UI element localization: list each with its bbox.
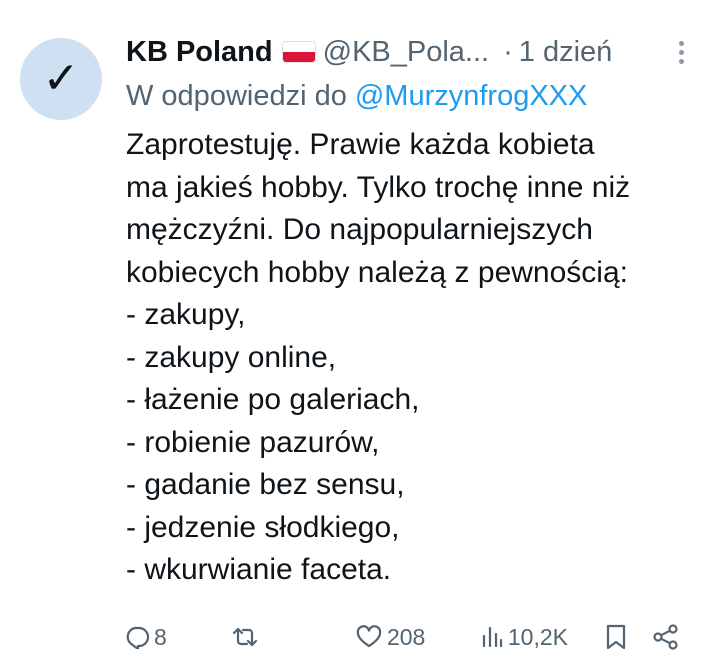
tweet-text-line: kobiecych hobby należą z pewnością: [126, 255, 628, 289]
bookmark-icon [606, 624, 625, 650]
separator-dot: · [503, 35, 513, 68]
tweet-text-line: mężczyźni. Do najpopularniejszych [126, 213, 593, 246]
reply-count: 8 [154, 623, 167, 650]
share-icon [653, 624, 678, 650]
tweet-text-line: - robienie pazurów, [126, 425, 380, 459]
like-button[interactable]: 208 [355, 624, 480, 651]
tweet-text-line: - łażenie po galeriach, [126, 383, 420, 416]
more-dot-icon [679, 58, 684, 64]
tweet-text-line: - jedzenie słodkiego, [126, 510, 400, 544]
tweet-content: KB Poland @KB_Pola... · 1 dzień W odpowi… [112, 30, 690, 670]
views-count: 10,2K [507, 623, 568, 650]
action-bar: 8 208 10,2K [124, 620, 690, 654]
retweet-icon [232, 627, 258, 647]
avatar-column: ✓ [20, 30, 112, 670]
display-name[interactable]: KB Poland [126, 36, 273, 69]
timestamp[interactable]: 1 dzień [519, 36, 613, 69]
reply-icon [126, 626, 150, 649]
views-icon [482, 626, 502, 648]
tweet-text-line: - zakupy online, [126, 340, 337, 374]
views-button[interactable]: 10,2K [480, 624, 605, 651]
more-dot-icon [679, 40, 684, 46]
heart-icon [356, 625, 382, 648]
more-options-button[interactable] [673, 37, 690, 68]
tweet-text-line: - wkurwianie faceta. [126, 553, 392, 586]
reply-context: W odpowiedzi do @MurzynfrogXXX [126, 74, 690, 118]
tweet-text-line: ma jakieś hobby. Tylko trochę inne niż [126, 170, 631, 204]
checkmark-icon: ✓ [42, 53, 80, 104]
reply-to-link[interactable]: @MurzynfrogXXX [355, 80, 588, 113]
reply-prefix: W odpowiedzi do [126, 79, 347, 112]
reply-button[interactable]: 8 [124, 624, 230, 651]
tweet-card[interactable]: ✓ KB Poland @KB_Pola... · 1 dzień W odpo… [0, 0, 720, 670]
tweet-text-line: Zaprotestuję. Prawie każda kobieta [126, 128, 595, 161]
more-dot-icon [679, 49, 684, 55]
share-button[interactable] [652, 624, 690, 650]
user-handle[interactable]: @KB_Pola... [323, 36, 489, 69]
poland-flag-icon [282, 42, 315, 62]
bookmark-button[interactable] [605, 624, 652, 650]
retweet-button[interactable] [230, 625, 355, 649]
tweet-header: KB Poland @KB_Pola... · 1 dzień [126, 30, 690, 74]
like-count: 208 [386, 623, 426, 650]
tweet-text-line: - zakupy, [126, 298, 246, 331]
tweet-text: Zaprotestuję. Prawie każda kobieta ma ja… [126, 124, 690, 592]
tweet-text-line: - gadanie bez sensu, [126, 468, 405, 501]
avatar[interactable]: ✓ [20, 38, 102, 120]
